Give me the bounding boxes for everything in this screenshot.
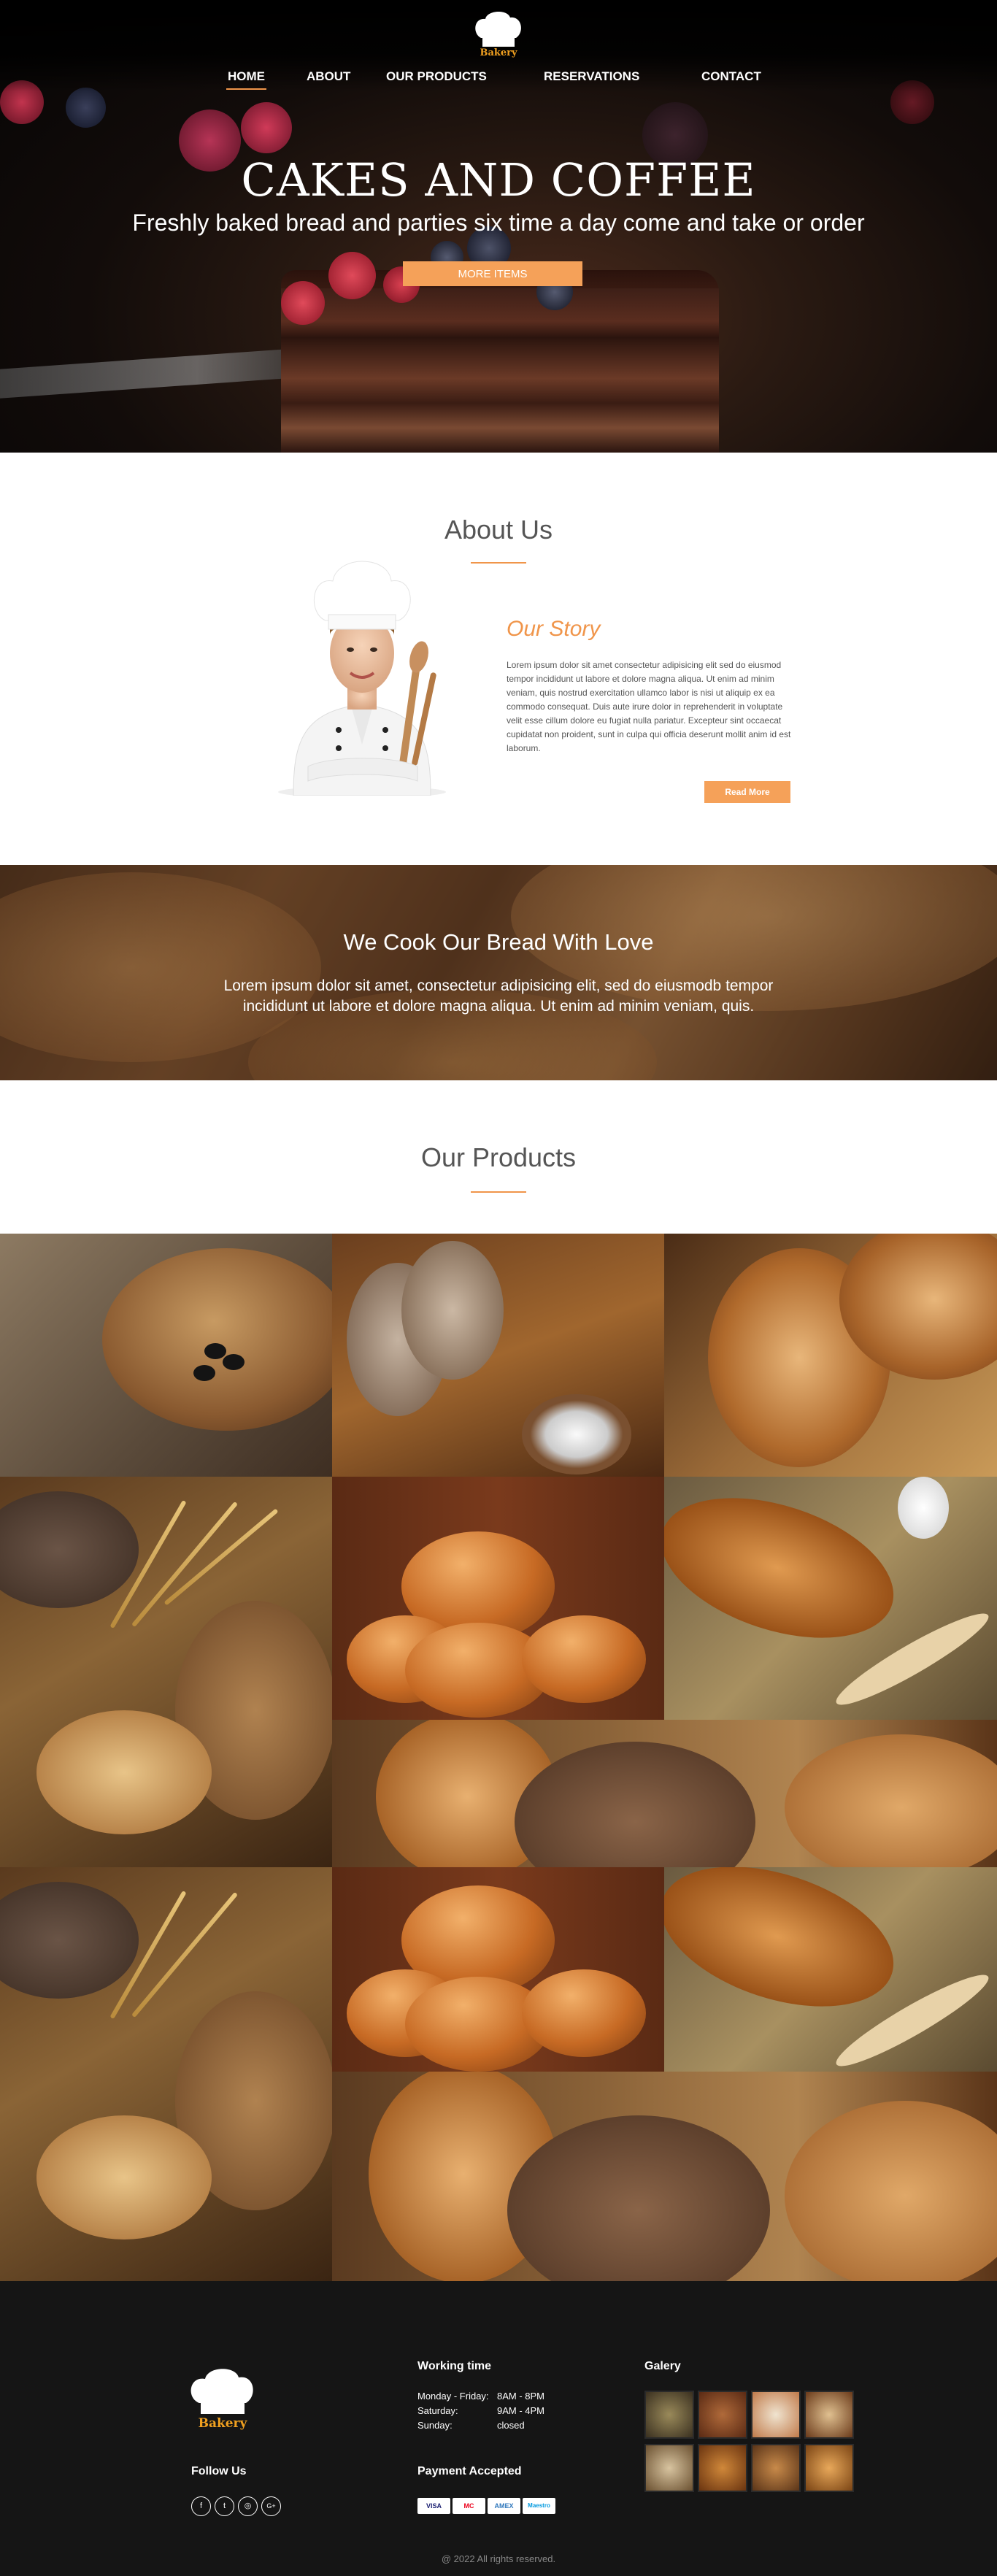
- nav-item-about[interactable]: ABOUT: [307, 69, 350, 84]
- bread-loaf: [0, 1491, 139, 1608]
- our-story-title: Our Story: [507, 617, 601, 641]
- products-section: Our Products: [0, 1080, 997, 2281]
- gallery-thumbnail[interactable]: [698, 2391, 747, 2439]
- banner-text: Lorem ipsum dolor sit amet, consectetur …: [223, 977, 774, 1015]
- gallery-thumbnail[interactable]: [804, 2391, 854, 2439]
- product-image-wheat-bread-1[interactable]: [0, 1477, 332, 1867]
- hours-day: Sunday:: [417, 2420, 453, 2431]
- logo-text: Bakery: [480, 47, 517, 58]
- more-items-button[interactable]: MORE ITEMS: [403, 261, 582, 286]
- hero-title: CAKES AND COFFEE: [241, 153, 756, 207]
- cake-slice: [281, 288, 719, 453]
- read-more-button[interactable]: Read More: [704, 781, 790, 803]
- bread-slice: [36, 1710, 212, 1834]
- bread-loaf: [785, 1734, 997, 1867]
- raspberry: [281, 281, 325, 325]
- google-plus-icon[interactable]: G+: [261, 2496, 281, 2516]
- nav-item-home[interactable]: HOME: [226, 69, 266, 90]
- nav-item-reservations[interactable]: RESERVATIONS: [544, 69, 639, 84]
- follow-us-title: Follow Us: [191, 2465, 247, 2477]
- product-image-wheat-bread-2[interactable]: [0, 1867, 332, 2281]
- gallery-thumbnail[interactable]: [751, 2391, 801, 2439]
- product-image-olive-bread[interactable]: [0, 1234, 332, 1477]
- hero-background-berry: [241, 102, 292, 153]
- hero-background-berry: [66, 88, 106, 128]
- hero-section: Bakery HOME ABOUT OUR PRODUCTS RESERVATI…: [0, 0, 997, 453]
- product-image-buns-2[interactable]: [332, 1867, 664, 2072]
- bread-love-banner: We Cook Our Bread With Love Lorem ipsum …: [0, 865, 997, 1080]
- bread-loaf: [785, 2101, 997, 2281]
- product-image-bread-wheat[interactable]: [664, 1234, 997, 1477]
- bread-loaf: [515, 1742, 755, 1867]
- bread-slice: [401, 1241, 504, 1380]
- mastercard-icon: MC: [453, 2498, 485, 2514]
- product-image-mixed-bread-1[interactable]: [332, 1720, 997, 1867]
- gallery-thumbnail[interactable]: [698, 2444, 747, 2492]
- hours-time: 8AM - 8PM: [497, 2391, 545, 2402]
- maestro-icon: Maestro: [523, 2498, 555, 2514]
- product-image-baguette-1[interactable]: [664, 1477, 997, 1720]
- bread-slice: [36, 2115, 212, 2239]
- nav-item-contact[interactable]: CONTACT: [701, 69, 761, 84]
- copyright-text: @ 2022 All rights reserved.: [441, 2553, 556, 2564]
- gallery-thumbnail[interactable]: [804, 2444, 854, 2492]
- hero-background-plate: [0, 346, 328, 399]
- main-nav: HOME ABOUT OUR PRODUCTS RESERVATIONS CON…: [0, 69, 997, 90]
- our-story-text: Lorem ipsum dolor sit amet consectetur a…: [507, 660, 791, 753]
- about-title: About Us: [444, 515, 553, 545]
- bakery-logo[interactable]: Bakery: [471, 7, 526, 58]
- egg-shape: [898, 1477, 949, 1539]
- footer-bakery-logo[interactable]: Bakery: [186, 2363, 259, 2432]
- bun-shape: [522, 1615, 646, 1703]
- product-image-buns-1[interactable]: [332, 1477, 664, 1720]
- gallery-thumbnail[interactable]: [644, 2444, 694, 2492]
- amex-icon: AMEX: [488, 2498, 520, 2514]
- about-title-underline: [471, 562, 526, 564]
- salt-bowl: [522, 1394, 631, 1475]
- product-image-sliced-loaf[interactable]: [332, 1234, 664, 1477]
- gallery-thumbnail[interactable]: [751, 2444, 801, 2492]
- baguette-shape: [664, 1477, 912, 1664]
- hours-day: Monday - Friday:: [417, 2391, 489, 2402]
- bun-shape: [522, 1969, 646, 2057]
- footer: Bakery Follow Us f t ◎ G+ Working time M…: [0, 2281, 997, 2576]
- chef-image: [278, 561, 446, 796]
- banner-title: We Cook Our Bread With Love: [343, 929, 654, 955]
- olive-shape: [223, 1354, 245, 1370]
- product-image-mixed-bread-2[interactable]: [332, 2072, 997, 2281]
- product-image-baguette-2[interactable]: [664, 1867, 997, 2072]
- raspberry: [328, 252, 376, 299]
- hours-time: 9AM - 4PM: [497, 2405, 545, 2416]
- instagram-icon[interactable]: ◎: [238, 2496, 258, 2516]
- bread-loaf: [0, 1882, 139, 1999]
- footer-logo-text: Bakery: [199, 2416, 248, 2431]
- payment-accepted-title: Payment Accepted: [417, 2465, 522, 2477]
- gallery-title: Galery: [644, 2360, 681, 2372]
- bread-loaf: [102, 1248, 332, 1431]
- hours-time: closed: [497, 2420, 525, 2431]
- visa-icon: VISA: [417, 2498, 450, 2514]
- twitter-icon[interactable]: t: [215, 2496, 234, 2516]
- nav-item-our-products[interactable]: OUR PRODUCTS: [386, 69, 487, 84]
- olive-shape: [204, 1343, 226, 1359]
- facebook-icon[interactable]: f: [191, 2496, 211, 2516]
- products-title-underline: [471, 1191, 526, 1193]
- hero-subtitle: Freshly baked bread and parties six time…: [132, 209, 865, 236]
- gallery-thumbnail[interactable]: [644, 2391, 694, 2439]
- about-section: About Us Our Story Lorem ipsum dolor sit…: [0, 453, 997, 865]
- hours-day: Saturday:: [417, 2405, 458, 2416]
- working-time-title: Working time: [417, 2360, 492, 2372]
- baguette-shape: [664, 1867, 912, 2033]
- products-title: Our Products: [420, 1142, 577, 1172]
- olive-shape: [193, 1365, 215, 1381]
